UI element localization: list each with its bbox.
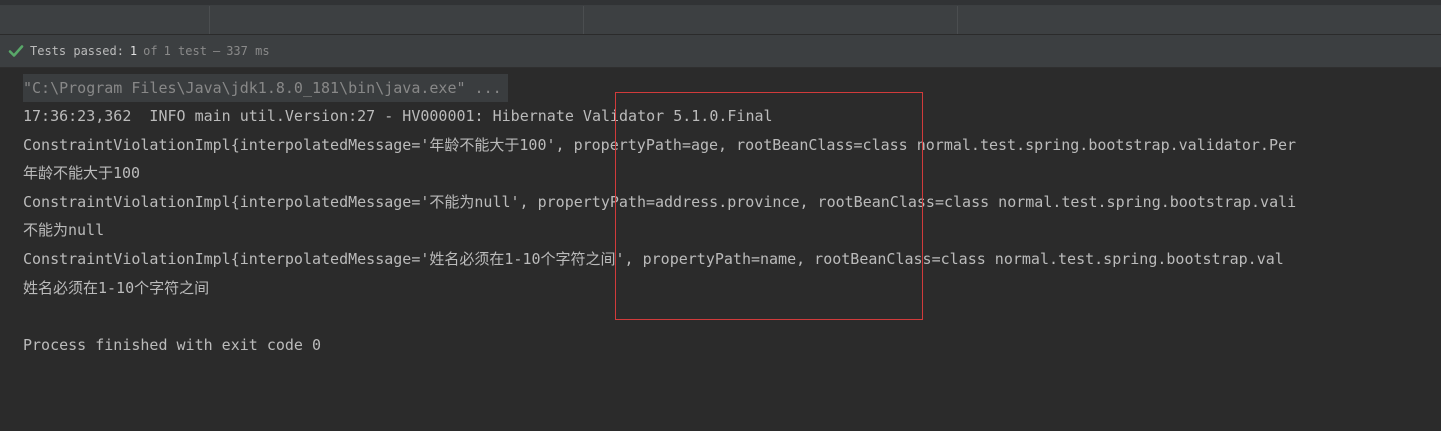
header-tab-3[interactable] bbox=[583, 6, 957, 34]
header-top-strip bbox=[0, 0, 1441, 5]
console-line: 不能为null bbox=[23, 221, 105, 239]
tests-passed-count: 1 bbox=[129, 44, 138, 58]
console-line: ConstraintViolationImpl{interpolatedMess… bbox=[23, 250, 1284, 268]
of-label: of bbox=[143, 44, 158, 58]
header-tab-4[interactable] bbox=[957, 6, 1441, 34]
tests-passed-label: Tests passed: bbox=[30, 44, 124, 58]
console-line: 年龄不能大于100 bbox=[23, 164, 141, 182]
header-tab-1[interactable] bbox=[0, 6, 209, 34]
console-line: ConstraintViolationImpl{interpolatedMess… bbox=[23, 136, 1297, 154]
console-output[interactable]: "C:\Program Files\Java\jdk1.8.0_181\bin\… bbox=[0, 69, 1441, 431]
tool-window-header bbox=[0, 0, 1441, 34]
console-command-line[interactable]: "C:\Program Files\Java\jdk1.8.0_181\bin\… bbox=[23, 74, 508, 102]
test-status-bar: Tests passed: 1 of 1 test – 337 ms bbox=[0, 35, 1441, 68]
console-line: 姓名必须在1-10个字符之间 bbox=[23, 279, 210, 297]
status-separator: – bbox=[212, 44, 221, 58]
header-tab-2[interactable] bbox=[209, 6, 583, 34]
console-line: 17:36:23,362 INFO main util.Version:27 -… bbox=[23, 107, 773, 125]
console-exit-line: Process finished with exit code 0 bbox=[23, 336, 322, 354]
test-duration: 337 ms bbox=[226, 44, 270, 58]
console-line: ConstraintViolationImpl{interpolatedMess… bbox=[23, 193, 1297, 211]
check-icon bbox=[8, 43, 24, 59]
tests-total: 1 test bbox=[163, 44, 207, 58]
